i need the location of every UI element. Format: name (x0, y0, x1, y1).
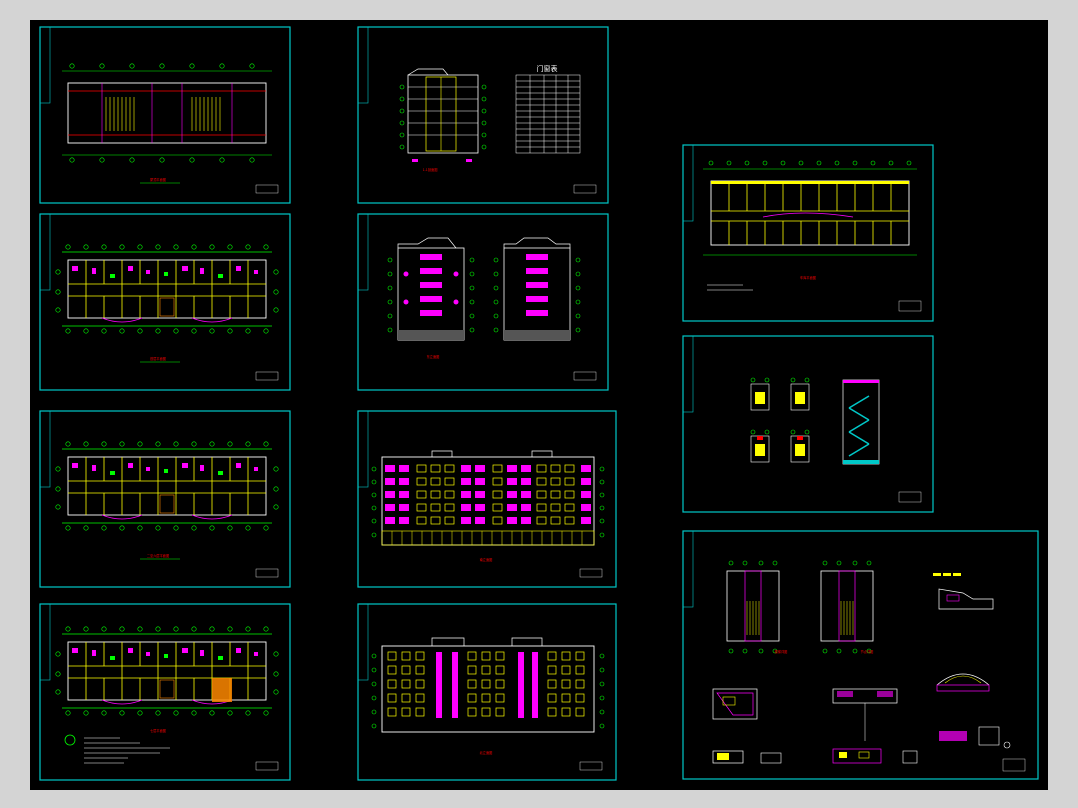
drawing-canvas: 屋顶平面图 首层平面图 二至六层平面图 七层平面图 1-1剖面图 门窗表 东立面… (30, 20, 1048, 790)
sheet-rear-elevation[interactable]: 北立面图 (357, 603, 617, 781)
sheet-title: 楼梯详图 (775, 649, 788, 654)
sheet-floor-plan-3[interactable]: 七层平面图 (39, 603, 291, 781)
sheet-title: 屋顶平面图 (150, 177, 166, 182)
sheet-floor-plan-2[interactable]: 二至六层平面图 (39, 410, 291, 588)
sheet-basement-plan[interactable]: 车库平面图 (682, 144, 934, 322)
sheet-subtitle: 节点详图 (861, 649, 874, 654)
sheet-node-details[interactable]: 楼梯详图 节点详图 (682, 530, 1039, 780)
sheet-title: 东立面图 (427, 354, 440, 359)
sheet-title: 北立面图 (480, 750, 493, 755)
sheet-stair-details[interactable] (682, 335, 934, 513)
sheet-floor-plan-1[interactable]: 首层平面图 (39, 213, 291, 391)
sheet-title: 南立面图 (480, 557, 493, 562)
cad-model-space[interactable]: 屋顶平面图 首层平面图 二至六层平面图 七层平面图 1-1剖面图 门窗表 东立面… (30, 20, 1048, 790)
sheet-roof-plan[interactable]: 屋顶平面图 (39, 26, 291, 204)
sheet-section-door-schedule[interactable]: 1-1剖面图 门窗表 (357, 26, 609, 204)
sheet-title: 车库平面图 (800, 275, 816, 280)
sheet-title: 1-1剖面图 (423, 167, 438, 172)
sheet-title: 二至六层平面图 (147, 553, 169, 558)
schedule-title: 门窗表 (537, 64, 558, 73)
sheet-title: 首层平面图 (150, 356, 166, 361)
sheet-front-elevation[interactable]: 南立面图 (357, 410, 617, 588)
sheet-title: 七层平面图 (150, 728, 166, 733)
sheet-side-elevations[interactable]: 东立面图 (357, 213, 609, 391)
